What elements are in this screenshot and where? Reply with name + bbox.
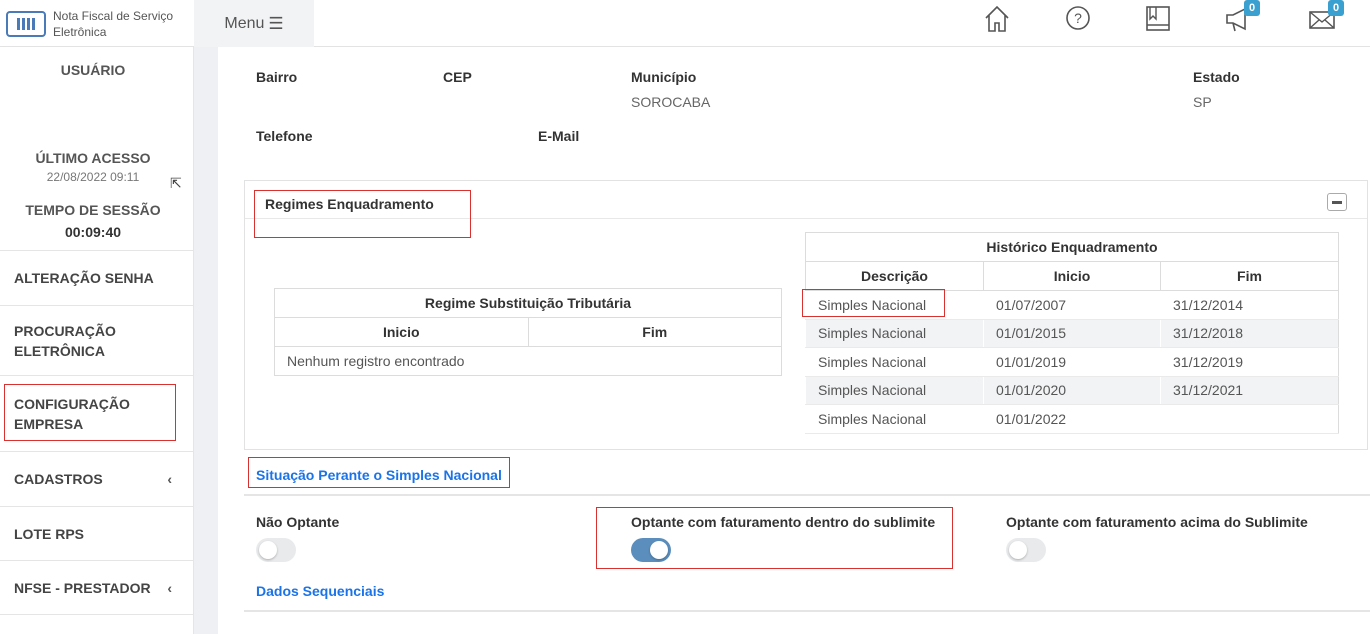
estado-label: Estado	[1193, 69, 1240, 85]
table-cell: 31/12/2021	[1160, 376, 1339, 405]
empty-message: Nenhum registro encontrado	[274, 346, 782, 376]
section-divider	[244, 610, 1370, 612]
mouse-cursor-icon: ⇱	[170, 175, 182, 191]
cep-label: CEP	[443, 69, 472, 85]
table-cell: 31/12/2018	[1160, 319, 1339, 348]
hamburger-icon: ☰	[268, 13, 284, 33]
table-cell: Simples Nacional	[805, 404, 984, 434]
sidebar-item-label: ALTERAÇÃO SENHA	[14, 270, 154, 286]
column-header: Fim	[1160, 261, 1339, 291]
table-cell: Simples Nacional	[805, 376, 984, 405]
sidebar-item-nfse-prestador[interactable]: NFSE - PRESTADOR ‹	[0, 560, 194, 614]
sidebar-item-procuracao[interactable]: PROCURAÇÃO ELETRÔNICA	[0, 305, 194, 375]
section-divider	[244, 494, 1370, 496]
sidebar-item-alteracao-senha[interactable]: ALTERAÇÃO SENHA	[0, 250, 194, 305]
help-icon[interactable]: ?	[1064, 4, 1094, 34]
collapse-button[interactable]	[1327, 193, 1347, 211]
table-row: Simples Nacional 01/01/2022	[805, 404, 1339, 434]
sidebar-item-label: PROCURAÇÃO ELETRÔNICA	[14, 322, 116, 359]
table-cell: 01/01/2019	[983, 347, 1161, 377]
table-cell: 01/07/2007	[983, 290, 1161, 320]
regimes-card-header: Regimes Enquadramento	[245, 181, 1367, 219]
substituicao-table: Regime Substituição Tributária Inicio Fi…	[274, 288, 782, 376]
chevron-left-icon: ‹	[167, 471, 172, 487]
envelope-icon[interactable]: 0	[1308, 0, 1344, 34]
municipio-label: Município	[631, 69, 697, 85]
column-header: Inicio	[274, 317, 529, 347]
table-cell: 31/12/2019	[1160, 347, 1339, 377]
sidebar-item-label: LOTE RPS	[14, 525, 85, 542]
column-header: Inicio	[983, 261, 1161, 291]
estado-value: SP	[1193, 94, 1212, 110]
telefone-label: Telefone	[256, 128, 313, 144]
municipio-value: SOROCABA	[631, 94, 711, 110]
menu-label: Menu	[224, 14, 265, 32]
substituicao-title: Regime Substituição Tributária	[274, 288, 782, 318]
table-cell: Simples Nacional	[805, 319, 984, 348]
table-cell: Simples Nacional	[805, 347, 984, 377]
table-row: Simples Nacional 01/01/2015 31/12/2018	[805, 319, 1339, 348]
historico-table: Histórico Enquadramento Descrição Inicio…	[805, 232, 1339, 434]
regimes-title: Regimes Enquadramento	[265, 196, 434, 212]
sidebar-item-lote-rps[interactable]: LOTE RPS	[0, 506, 194, 560]
table-cell: 31/12/2014	[1160, 290, 1339, 320]
toggle-knob	[1009, 541, 1027, 559]
optante-acima-label: Optante com faturamento acima do Sublimi…	[1006, 514, 1308, 530]
optante-dentro-label: Optante com faturamento dentro do sublim…	[631, 514, 936, 530]
last-access-value: 22/08/2022 09:11	[46, 170, 140, 184]
book-icon[interactable]	[1144, 4, 1174, 34]
optante-acima-toggle[interactable]	[1006, 538, 1046, 562]
home-icon[interactable]	[983, 4, 1013, 34]
optante-dentro-toggle[interactable]	[631, 538, 671, 562]
sequenciais-section-title[interactable]: Dados Sequenciais	[256, 583, 384, 599]
toggle-knob	[259, 541, 277, 559]
brand-text: Nota Fiscal de Serviço Eletrônica	[53, 8, 173, 40]
last-access-label: ÚLTIMO ACESSO	[35, 150, 151, 166]
email-label: E-Mail	[538, 128, 580, 144]
column-header: Descrição	[805, 261, 984, 291]
brand-line2: Eletrônica	[53, 24, 107, 39]
sidebar-item-cadastros[interactable]: CADASTROS ‹	[0, 451, 194, 506]
sidebar-divider	[0, 614, 194, 634]
table-cell: Simples Nacional	[805, 290, 984, 320]
session-time-value: 00:09:40	[64, 224, 122, 240]
table-cell: 01/01/2022	[983, 404, 1161, 434]
brand-logo-icon	[6, 10, 46, 37]
toggle-knob	[650, 541, 668, 559]
table-cell: 01/01/2020	[983, 376, 1161, 405]
minus-icon	[1332, 200, 1342, 204]
column-header: Fim	[527, 317, 782, 347]
bairro-label: Bairro	[256, 69, 298, 85]
brand[interactable]: Nota Fiscal de Serviço Eletrônica	[0, 0, 194, 47]
table-row: Simples Nacional 01/01/2020 31/12/2021	[805, 376, 1339, 405]
table-cell	[1160, 404, 1339, 434]
user-label: USUÁRIO	[60, 62, 126, 78]
sidebar-gutter	[194, 47, 218, 634]
brand-line1: Nota Fiscal de Serviço	[53, 8, 174, 23]
chevron-left-icon: ‹	[167, 579, 172, 596]
nao-optante-toggle[interactable]	[256, 538, 296, 562]
session-time-label: TEMPO DE SESSÃO	[25, 202, 161, 218]
top-bar: Nota Fiscal de Serviço Eletrônica Menu ☰…	[0, 0, 1370, 47]
notifications-badge: 0	[1244, 0, 1260, 16]
sidebar-item-configuracao-empresa[interactable]: CONFIGURAÇÃO EMPRESA	[0, 375, 194, 451]
table-cell: 01/01/2015	[983, 319, 1161, 348]
table-row: Simples Nacional 01/01/2019 31/12/2019	[805, 347, 1339, 377]
simples-section-title[interactable]: Situação Perante o Simples Nacional	[256, 467, 502, 483]
menu-button[interactable]: Menu ☰	[194, 0, 314, 47]
nao-optante-label: Não Optante	[256, 514, 340, 530]
svg-text:?: ?	[1074, 10, 1082, 26]
table-row: Simples Nacional 01/07/2007 31/12/2014	[805, 290, 1339, 320]
megaphone-icon[interactable]: 0	[1224, 0, 1260, 34]
sidebar-item-label: NFSE - PRESTADOR	[14, 579, 151, 596]
historico-title: Histórico Enquadramento	[805, 232, 1339, 262]
sidebar-item-label: CADASTROS	[14, 471, 103, 487]
sidebar-item-label: CONFIGURAÇÃO EMPRESA	[14, 395, 130, 432]
messages-badge: 0	[1328, 0, 1344, 16]
